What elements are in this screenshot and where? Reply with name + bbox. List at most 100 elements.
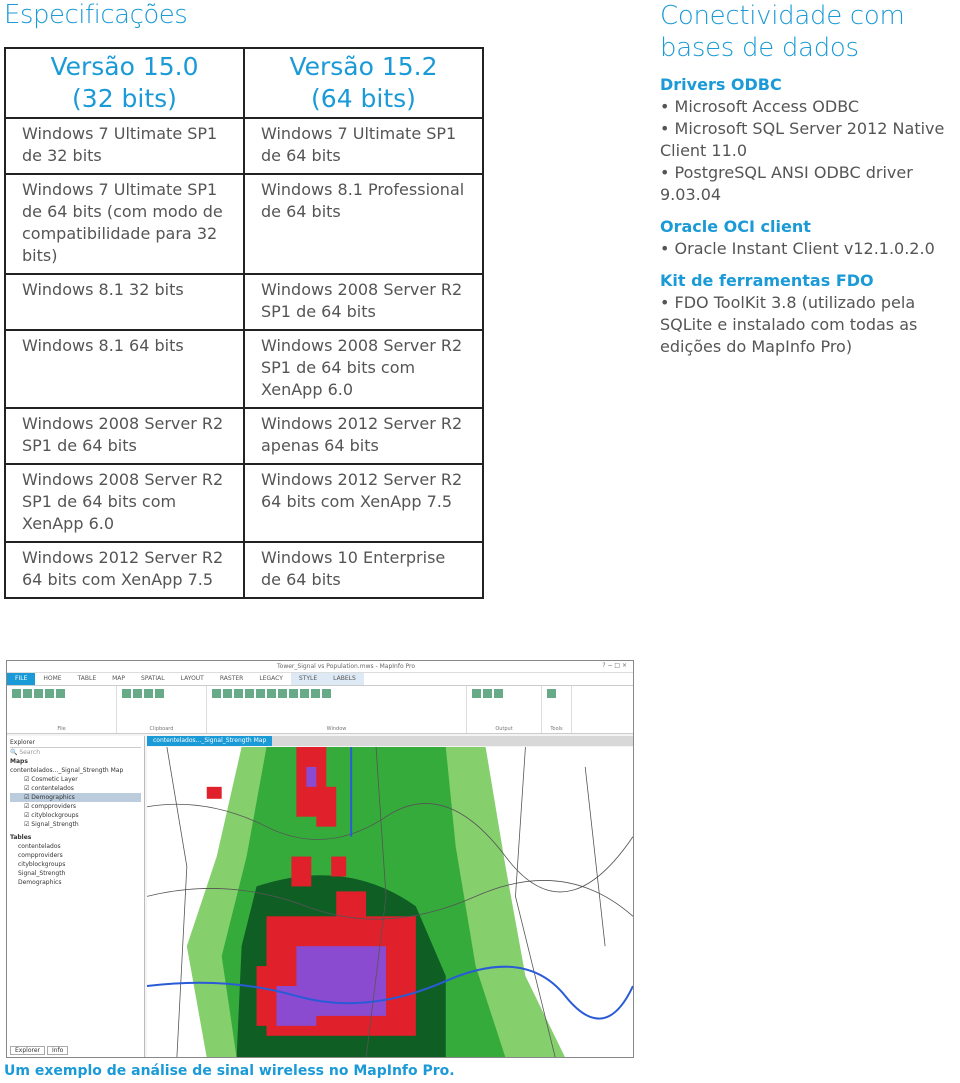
header-version: Versão 15.2 [289,52,438,81]
panel-tab[interactable]: Explorer [10,1046,45,1055]
cell-64bit: Windows 8.1 Professional de 64 bits [243,173,484,275]
ribbon-button-icon[interactable] [12,689,21,698]
ribbon-button-icon[interactable] [34,689,43,698]
ribbon-button-icon[interactable] [122,689,131,698]
layer-item[interactable]: ☑ contentelados [10,784,141,793]
ribbon-tab[interactable]: HOME [35,673,69,685]
ribbon-tab[interactable]: MAP [104,673,133,685]
ribbon-button-icon[interactable] [494,689,503,698]
group-label: File [57,726,66,732]
ribbon-button-icon[interactable] [144,689,153,698]
title-bar: Tower_Signal vs Population.mws - MapInfo… [7,661,633,673]
cell-64bit: Windows 2008 Server R2 SP1 de 64 bits [243,273,484,331]
ribbon-button-icon[interactable] [245,689,254,698]
cell-32bit: Windows 2008 Server R2 SP1 de 64 bits co… [4,463,245,543]
header-bits: (64 bits) [311,84,416,113]
window-title: Tower_Signal vs Population.mws - MapInfo… [277,663,416,670]
layer-name: Demographics [31,794,75,801]
spec-row: Windows 2008 Server R2 SP1 de 64 bits co… [4,463,484,543]
ribbon-tab[interactable]: LEGACY [251,673,291,685]
table-item[interactable]: contentelados [10,842,141,851]
explorer-search[interactable]: 🔍 Search [10,748,141,757]
list-item: FDO ToolKit 3.8 (utilizado pela SQLite e… [660,292,960,358]
spec-row: Windows 7 Ultimate SP1 de 32 bits Windows… [4,117,484,175]
table-item[interactable]: Demographics [10,878,141,887]
table-item[interactable]: compproviders [10,851,141,860]
ribbon-group: File [7,686,117,733]
ribbon-button-icon[interactable] [267,689,276,698]
spec-row: Windows 2008 Server R2 SP1 de 64 bits Win… [4,407,484,465]
app-screenshot: Tower_Signal vs Population.mws - MapInfo… [6,660,634,1058]
ribbon-button-icon[interactable] [322,689,331,698]
map-tab[interactable]: contentelados..._Signal_Strength Map [147,736,273,746]
list-item: Microsoft Access ODBC [660,96,960,118]
ribbon-group: Output [467,686,542,733]
cell-32bit: Windows 8.1 32 bits [4,273,245,331]
spec-table: Versão 15.0 (32 bits) Versão 15.2 (64 bits… [4,47,484,599]
ribbon-button-icon[interactable] [56,689,65,698]
ribbon-tab[interactable]: LAYOUT [173,673,212,685]
ribbon-button-icon[interactable] [311,689,320,698]
ribbon: File Clipboard Window Output Tools [7,686,633,734]
ribbon-tab[interactable]: FILE [7,673,36,685]
layer-name: contentelados [31,785,74,792]
header-version: Versão 15.0 [50,52,199,81]
map-item[interactable]: contentelados..._Signal_Strength Map [10,766,141,775]
layer-item[interactable]: ☑ compproviders [10,802,141,811]
layer-item[interactable]: ☑ Cosmetic Layer [10,775,141,784]
ribbon-button-icon[interactable] [300,689,309,698]
ribbon-tab[interactable]: STYLE [290,673,326,685]
cell-64bit: Windows 2012 Server R2 64 bits com XenAp… [243,463,484,543]
cell-32bit: Windows 8.1 64 bits [4,329,245,409]
ribbon-tab[interactable]: SPATIAL [133,673,173,685]
ribbon-button-icon[interactable] [212,689,221,698]
table-item[interactable]: cityblockgroups [10,860,141,869]
tables-heading: Tables [10,834,32,841]
ribbon-tab[interactable]: RASTER [212,673,251,685]
ribbon-button-icon[interactable] [278,689,287,698]
ribbon-button-icon[interactable] [234,689,243,698]
section-heading: Oracle OCI client [660,217,811,236]
section-heading: Drivers ODBC [660,75,782,94]
layer-name: Cosmetic Layer [31,776,78,783]
header-32bit: Versão 15.0 (32 bits) [4,47,245,119]
panel-tab[interactable]: Info [46,1046,69,1055]
ribbon-button-icon[interactable] [289,689,298,698]
layer-item[interactable]: ☑ cityblockgroups [10,811,141,820]
ribbon-group: Clipboard [117,686,207,733]
list-item: Oracle Instant Client v12.1.0.2.0 [660,238,960,260]
ribbon-button-icon[interactable] [472,689,481,698]
layer-item[interactable]: ☑ Signal_Strength [10,820,141,829]
table-item[interactable]: Signal_Strength [10,869,141,878]
maps-heading: Maps [10,758,28,765]
spec-row: Windows 8.1 64 bits Windows 2008 Server R… [4,329,484,409]
explorer-title: Explorer [10,738,141,748]
ribbon-tab[interactable]: TABLE [70,673,105,685]
ribbon-button-icon[interactable] [256,689,265,698]
ribbon-button-icon[interactable] [547,689,556,698]
connectivity-title: Conectividade com bases de dados [660,1,905,63]
ribbon-button-icon[interactable] [23,689,32,698]
cell-64bit: Windows 2008 Server R2 SP1 de 64 bits co… [243,329,484,409]
ribbon-button-icon[interactable] [133,689,142,698]
ribbon-button-icon[interactable] [155,689,164,698]
ribbon-group: Tools [542,686,572,733]
ribbon-group: Window [207,686,467,733]
layer-name: compproviders [31,803,77,810]
layer-name: cityblockgroups [31,812,79,819]
group-label: Tools [550,726,563,732]
list-item: PostgreSQL ANSI ODBC driver 9.03.04 [660,162,960,206]
group-label: Output [495,726,513,732]
layer-item[interactable]: ☑ Demographics [10,793,141,802]
header-bits: (32 bits) [72,84,177,113]
cell-32bit: Windows 2008 Server R2 SP1 de 64 bits [4,407,245,465]
section-heading: Kit de ferramentas FDO [660,271,874,290]
map-view[interactable] [147,747,633,1058]
ribbon-button-icon[interactable] [223,689,232,698]
ribbon-tab[interactable]: LABELS [325,673,364,685]
ribbon-button-icon[interactable] [45,689,54,698]
figure-caption: Um exemplo de análise de sinal wireless … [4,1063,455,1079]
ribbon-button-icon[interactable] [483,689,492,698]
section-list: FDO ToolKit 3.8 (utilizado pela SQLite e… [660,292,960,358]
cell-64bit: Windows 10 Enterprise de 64 bits [243,541,484,599]
